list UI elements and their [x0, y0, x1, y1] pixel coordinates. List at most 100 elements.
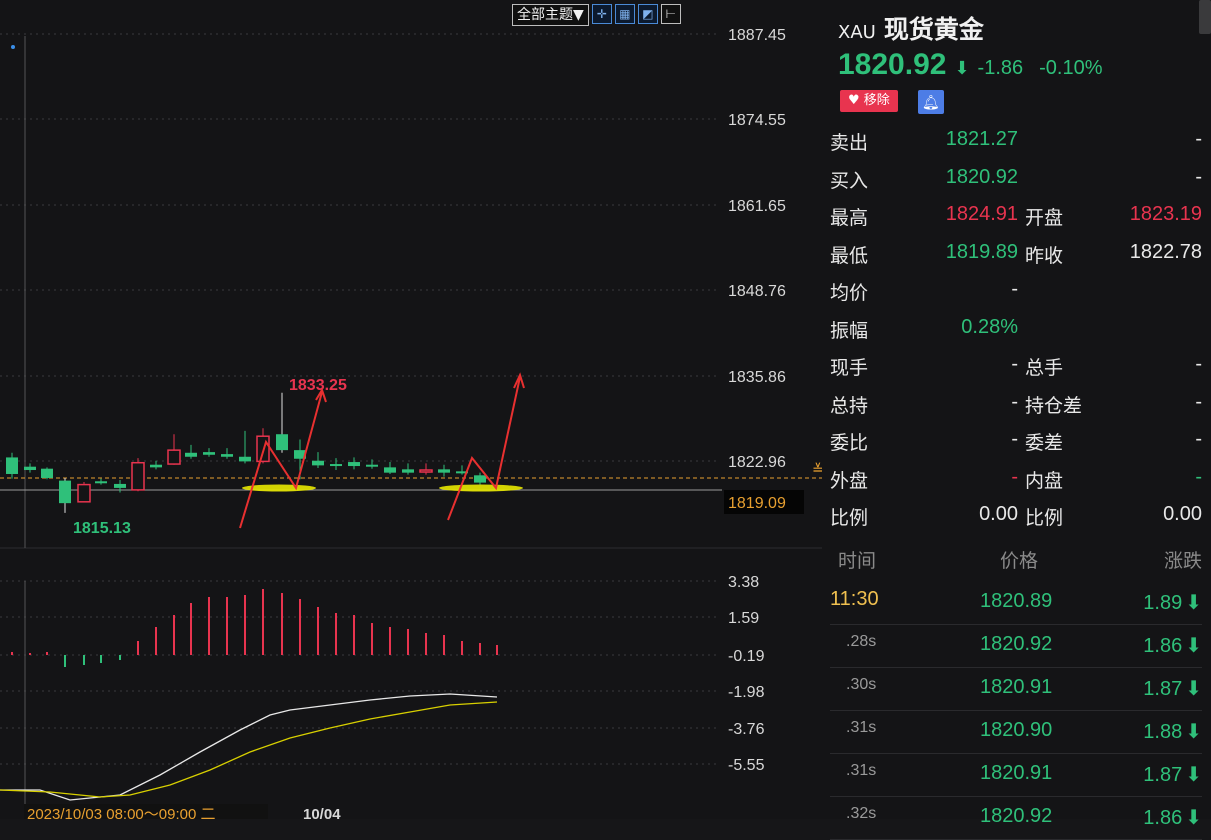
- quote-value: 0.00: [979, 503, 1018, 525]
- quote-label: 比例: [830, 507, 869, 529]
- dea-line: [0, 701, 498, 798]
- tick-change: 1.87 ⬇: [1143, 676, 1202, 701]
- quote-value: 1821.27: [945, 128, 1018, 150]
- quote-label: 卖出: [830, 132, 869, 154]
- down-arrow-icon: ⬇: [1185, 807, 1202, 829]
- layout-icon[interactable]: ▦: [614, 4, 635, 24]
- down-arrow-icon: ⬇: [1185, 592, 1202, 614]
- quote-label: 总手: [1025, 357, 1064, 379]
- quote-row: 现手 - 总手 -: [830, 347, 1202, 385]
- indicator-axis-label: 3.38: [728, 574, 759, 591]
- quote-value: -: [1195, 128, 1202, 150]
- tick-change-value: 1.88: [1143, 721, 1183, 743]
- down-arrow-icon: ⬇: [1185, 721, 1202, 743]
- tick-time: .31s: [846, 719, 877, 736]
- tick-time: .31s: [846, 762, 877, 779]
- heart-icon: ♥: [848, 93, 860, 108]
- annotation-arrow: [239, 391, 323, 529]
- quote-row: 委比 - 委差 -: [830, 422, 1202, 460]
- ticks-header: 时间 价格 涨跌: [830, 544, 1202, 572]
- quote-value: 1822.78: [1129, 240, 1202, 263]
- tick-price: 1820.91: [980, 676, 1053, 698]
- candle-body: [41, 468, 53, 478]
- chart-marker-dot: [11, 45, 15, 49]
- tick-time: .32s: [846, 805, 877, 822]
- candle-body: [384, 467, 396, 473]
- remove-watchlist-button[interactable]: ♥ 移除: [840, 90, 898, 112]
- expand-icon[interactable]: ⊢: [660, 4, 681, 24]
- candle-body: [276, 434, 288, 451]
- quote-label: 开盘: [1025, 207, 1064, 229]
- indicator-axis-label: -1.98: [728, 684, 765, 701]
- candle-body: [150, 464, 162, 468]
- quote-row: 卖出 1821.27 -: [830, 122, 1202, 160]
- chart-toolbar: 全部主题▼ ✛ ▦ ◩ ⊢: [512, 4, 681, 26]
- instrument-code: XAU: [838, 22, 876, 43]
- low-annotation: 1815.13: [73, 520, 131, 537]
- tick-change: 1.87 ⬇: [1143, 762, 1202, 787]
- kline-chart-canvas[interactable]: 1887.45 1874.55 1861.65 1848.76 1835.86 1822.…: [0, 0, 822, 819]
- price-change: -1.86: [977, 57, 1024, 79]
- quote-row: 振幅 0.28%: [830, 310, 1202, 348]
- quote-label: 比例: [1025, 507, 1064, 529]
- candle-body: [348, 462, 360, 467]
- tick-price: 1820.89: [980, 590, 1053, 612]
- candle-body: [239, 456, 251, 462]
- price-axis-label: 1887.45: [728, 27, 786, 44]
- remove-label: 移除: [863, 93, 890, 108]
- tick-change: 1.86 ⬇: [1143, 805, 1202, 830]
- candle-body: [330, 464, 342, 467]
- panel-scrollbar[interactable]: [1199, 0, 1211, 34]
- candle-body: [185, 452, 197, 457]
- quote-row: 外盘 - 内盘 -: [830, 460, 1202, 498]
- tick-time: 11:30: [830, 588, 879, 610]
- quote-panel: XAU 现货黄金 1820.92 ⬇ -1.86 -0.10% ♥ 移除 🔔︎ …: [822, 0, 1211, 840]
- down-arrow-icon: ⬇: [1185, 764, 1202, 786]
- tick-row: .28s 1820.92 1.86 ⬇: [830, 625, 1202, 668]
- last-price: 1820.92: [838, 48, 947, 81]
- theme-select-dropdown[interactable]: 全部主题▼: [512, 4, 589, 26]
- annotation-arrow: [447, 376, 521, 521]
- down-arrow-icon: ⬇: [1185, 635, 1202, 657]
- quote-label: 现手: [830, 357, 869, 379]
- quote-label: 振幅: [830, 319, 869, 342]
- kline-chart-area[interactable]: 1887.45 1874.55 1861.65 1848.76 1835.86 1822.…: [0, 0, 822, 819]
- tick-price: 1820.92: [980, 805, 1053, 827]
- candle-body: [366, 464, 378, 467]
- quote-value: 0.28%: [961, 315, 1018, 338]
- quote-value: -: [1195, 165, 1202, 188]
- price-marker-icon: ≚: [812, 461, 822, 477]
- quote-label: 委比: [830, 432, 869, 454]
- crosshair-icon[interactable]: ✛: [591, 4, 612, 24]
- chart-mode-icon[interactable]: ◩: [637, 4, 658, 24]
- price-change-pct: -0.10%: [1039, 57, 1103, 79]
- quote-label: 持仓差: [1025, 394, 1083, 417]
- candle-body: [402, 469, 414, 473]
- candle-body: [24, 466, 36, 471]
- quote-value: -: [1195, 353, 1202, 375]
- candle-body: [6, 457, 18, 474]
- price-axis-label: 1835.86: [728, 369, 786, 386]
- tick-row: .30s 1820.91 1.87 ⬇: [830, 668, 1202, 711]
- tick-price: 1820.91: [980, 762, 1053, 784]
- quote-label: 均价: [830, 282, 869, 304]
- date-label: 2023/10/03 08:00～09:00 二: [27, 806, 215, 819]
- tick-change-value: 1.86: [1143, 807, 1183, 829]
- indicator-axis-label: 1.59: [728, 610, 759, 627]
- tick-time: .30s: [846, 676, 877, 693]
- down-arrow-icon: ⬇: [954, 58, 970, 78]
- tick-change-value: 1.87: [1143, 764, 1183, 786]
- ticks-header-price: 价格: [1000, 550, 1039, 572]
- quote-value: 0.00: [1163, 503, 1202, 525]
- candle-body: [221, 454, 233, 457]
- quote-row: 比例 0.00 比例 0.00: [830, 497, 1202, 535]
- candle-body: [419, 469, 433, 473]
- candle-body: [59, 480, 71, 504]
- quote-table: 卖出 1821.27 - 买入 1820.92 - 最高 1824.91 开盘 1823.19 最低…: [830, 122, 1202, 535]
- price-axis-label: 1874.55: [728, 112, 786, 129]
- candle-body: [438, 469, 450, 473]
- bell-icon[interactable]: 🔔︎: [917, 90, 944, 114]
- instrument-header: XAU 现货黄金: [838, 10, 984, 46]
- tick-change-value: 1.86: [1143, 635, 1183, 657]
- quote-row: 最高 1824.91 开盘 1823.19: [830, 197, 1202, 235]
